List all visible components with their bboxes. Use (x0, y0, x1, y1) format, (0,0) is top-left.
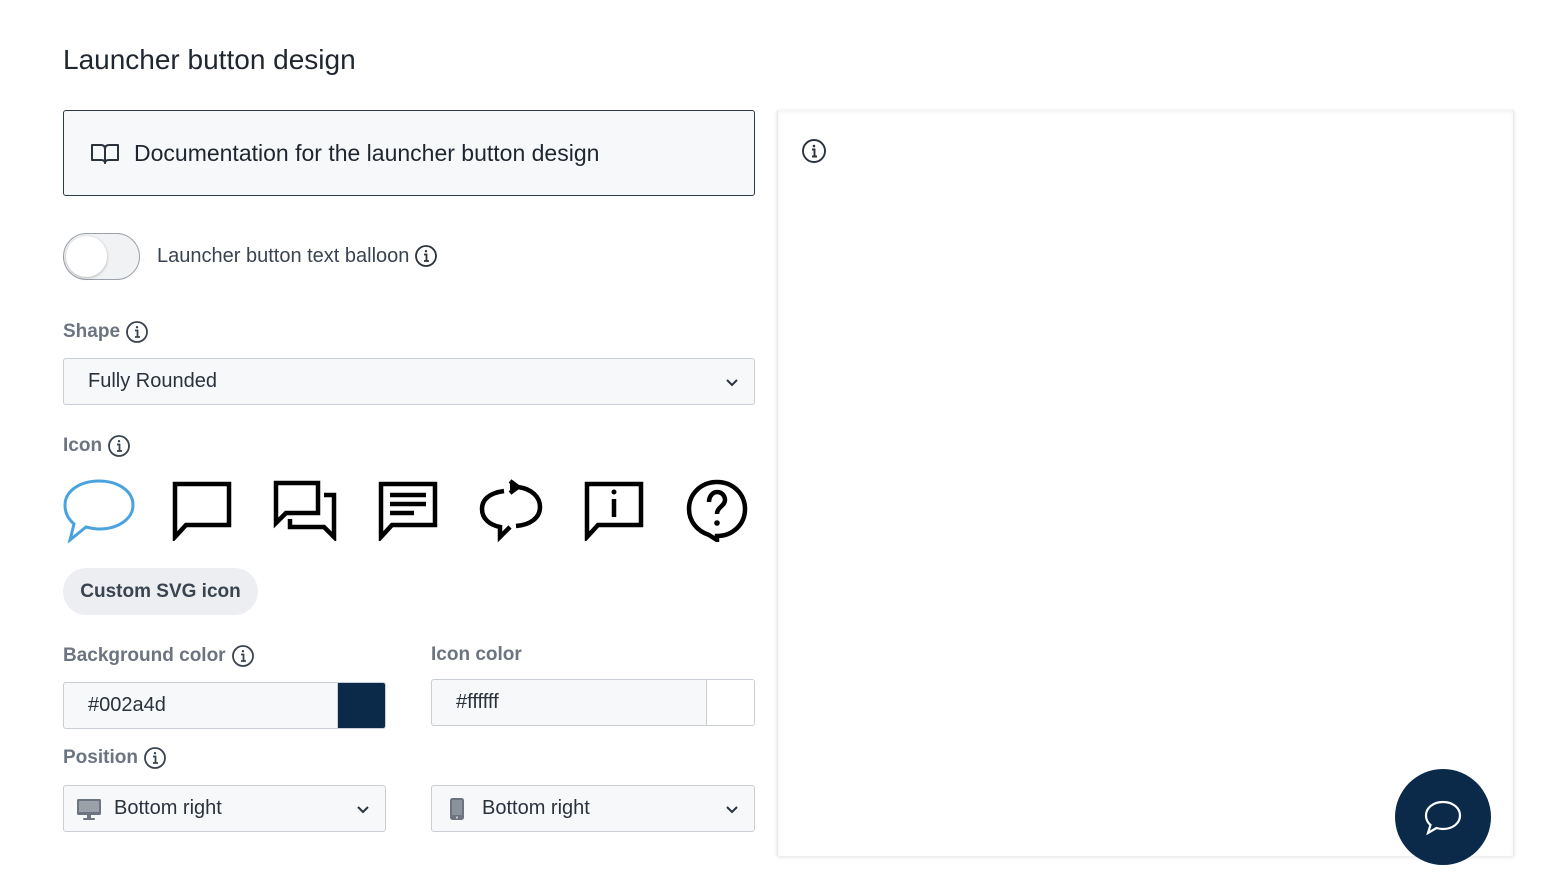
launcher-design-page: Launcher button design Documentation for… (0, 0, 1554, 894)
custom-svg-icon-button[interactable]: Custom SVG icon (63, 568, 258, 615)
shape-select-value: Fully Rounded (88, 370, 217, 392)
icon-option-chat-info[interactable] (578, 475, 650, 545)
icon-color-swatch[interactable] (706, 680, 754, 725)
info-icon[interactable] (231, 644, 255, 668)
chevron-down-icon (355, 801, 371, 817)
mobile-position-select[interactable]: Bottom right (431, 785, 755, 832)
balloon-toggle-label: Launcher button text balloon (157, 244, 410, 267)
icon-option-chat-refresh[interactable] (475, 475, 547, 545)
shape-label: Shape (63, 321, 121, 342)
launcher-button[interactable] (1395, 769, 1491, 865)
chat-double-icon (273, 480, 337, 541)
chevron-down-icon (724, 374, 740, 390)
launcher-preview (777, 110, 1514, 865)
icon-label: Icon (63, 435, 103, 456)
info-icon[interactable] (143, 746, 167, 770)
chevron-down-icon (724, 801, 740, 817)
toggle-knob (66, 235, 107, 277)
shape-select[interactable]: Fully Rounded (63, 358, 755, 405)
icon-color-input[interactable]: #ffffff (431, 679, 755, 726)
documentation-link[interactable]: Documentation for the launcher button de… (63, 110, 755, 196)
info-icon[interactable] (125, 320, 149, 344)
documentation-link-label: Documentation for the launcher button de… (134, 139, 600, 166)
background-color-label: Background color (63, 645, 226, 666)
chat-bubble-oval-icon (63, 479, 135, 543)
mobile-icon (444, 797, 470, 821)
balloon-toggle-row: Launcher button text balloon (63, 232, 438, 280)
chat-square-icon (172, 481, 232, 541)
background-color-input[interactable]: #002a4d (63, 682, 386, 729)
icon-label-row: Icon (63, 434, 131, 458)
icon-option-chat-bubble-oval[interactable] (63, 475, 135, 545)
icon-option-chat-text[interactable] (372, 475, 444, 545)
position-label: Position (63, 747, 138, 768)
info-icon[interactable] (107, 434, 131, 458)
chat-info-icon (584, 481, 644, 541)
icon-color-label: Icon color (431, 644, 522, 665)
page-title: Launcher button design (63, 44, 356, 75)
mobile-position-value: Bottom right (482, 797, 590, 819)
info-icon[interactable] (801, 138, 827, 164)
desktop-position-select[interactable]: Bottom right (63, 785, 386, 832)
icon-option-chat-double[interactable] (269, 475, 341, 545)
icon-option-chat-question[interactable] (681, 475, 753, 545)
desktop-position-value: Bottom right (114, 797, 222, 819)
background-color-label-row: Background color (63, 644, 255, 668)
book-icon (90, 141, 120, 165)
icon-color-value: #ffffff (456, 691, 499, 713)
shape-label-row: Shape (63, 320, 149, 344)
info-icon[interactable] (414, 244, 438, 268)
chat-question-icon (686, 479, 748, 542)
background-color-value: #002a4d (88, 694, 166, 716)
desktop-icon (76, 797, 102, 821)
icon-option-chat-square[interactable] (166, 475, 238, 545)
chat-refresh-icon (479, 479, 543, 543)
icon-picker (63, 475, 755, 545)
background-color-swatch[interactable] (337, 683, 385, 728)
chat-bubble-oval-icon (1424, 800, 1462, 835)
icon-color-label-row: Icon color (431, 644, 522, 666)
chat-text-icon (378, 481, 438, 541)
position-label-row: Position (63, 746, 167, 770)
balloon-toggle[interactable] (63, 232, 140, 280)
